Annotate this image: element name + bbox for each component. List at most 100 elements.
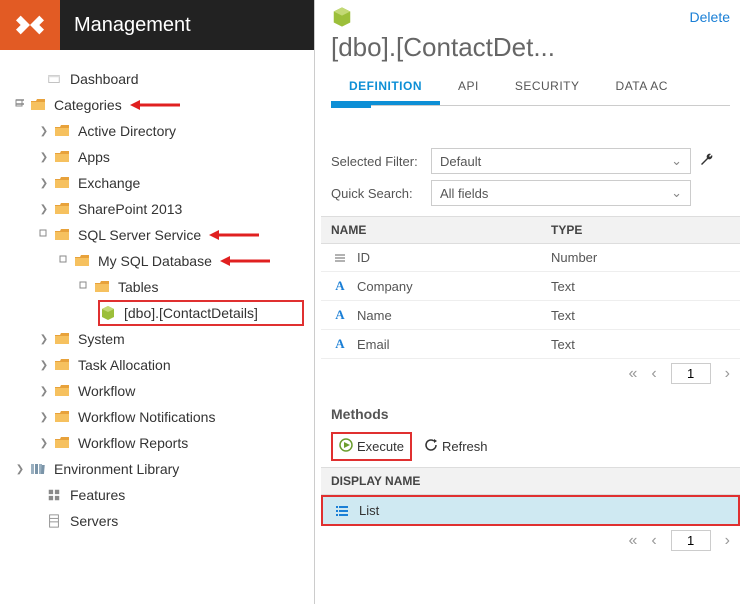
tree-env-library[interactable]: ❯ Environment Library xyxy=(10,456,304,482)
tree-label: Apps xyxy=(78,149,110,165)
chevron-right-icon[interactable]: ❯ xyxy=(38,178,50,189)
tree-label: Workflow Notifications xyxy=(78,409,215,425)
pager-first-button[interactable]: « xyxy=(628,532,637,550)
play-icon xyxy=(339,438,353,455)
app-header: Management xyxy=(0,0,314,50)
chevron-right-icon[interactable]: ❯ xyxy=(38,204,50,215)
tree-features[interactable]: Features xyxy=(10,482,304,508)
list-icon xyxy=(333,504,351,518)
tab-security[interactable]: SECURITY xyxy=(497,71,598,105)
red-arrow-icon xyxy=(220,255,270,267)
folder-icon xyxy=(54,331,70,347)
nav-tree: Dashboard Categories ❯ Active Directory … xyxy=(0,50,314,604)
tree-dashboard[interactable]: Dashboard xyxy=(10,66,304,92)
selected-filter-label: Selected Filter: xyxy=(331,154,431,169)
page-title: [dbo].[ContactDet... xyxy=(331,32,730,63)
selected-filter-dropdown[interactable]: Default ⌄ xyxy=(431,148,691,174)
tree-my-sql-database[interactable]: My SQL Database xyxy=(10,248,304,274)
execute-button[interactable]: Execute xyxy=(339,438,404,455)
folder-icon xyxy=(54,149,70,165)
tab-definition[interactable]: DEFINITION xyxy=(331,71,440,105)
tree-label: Task Allocation xyxy=(78,357,171,373)
collapse-icon[interactable] xyxy=(58,255,70,268)
table-row[interactable]: ID Number xyxy=(321,244,740,272)
tree-exchange[interactable]: ❯ Exchange xyxy=(10,170,304,196)
tree-label: Categories xyxy=(54,97,122,113)
tree-categories[interactable]: Categories xyxy=(10,92,304,118)
collapse-icon[interactable] xyxy=(14,99,26,112)
col-header-name[interactable]: NAME xyxy=(321,217,541,243)
folder-icon xyxy=(54,175,70,191)
tree-active-directory[interactable]: ❯ Active Directory xyxy=(10,118,304,144)
field-type: Text xyxy=(541,302,740,329)
field-name: Company xyxy=(357,279,413,294)
tab-indicator xyxy=(331,105,371,108)
field-name: ID xyxy=(357,250,370,265)
chevron-right-icon[interactable]: ❯ xyxy=(14,464,26,475)
chevron-right-icon[interactable]: ❯ xyxy=(38,360,50,371)
text-icon: A xyxy=(331,307,349,323)
tree-wf-notifications[interactable]: ❯ Workflow Notifications xyxy=(10,404,304,430)
methods-col-header[interactable]: DISPLAY NAME xyxy=(321,467,740,495)
tab-api[interactable]: API xyxy=(440,71,497,105)
quick-search-value: All fields xyxy=(440,186,488,201)
chevron-right-icon[interactable]: ❯ xyxy=(38,412,50,423)
tree-label: My SQL Database xyxy=(98,253,212,269)
pager-page-input[interactable] xyxy=(671,363,711,384)
tree-wf-reports[interactable]: ❯ Workflow Reports xyxy=(10,430,304,456)
pager-prev-button[interactable]: ‹ xyxy=(651,532,656,550)
folder-icon xyxy=(54,201,70,217)
tree-apps[interactable]: ❯ Apps xyxy=(10,144,304,170)
tree-label: Environment Library xyxy=(54,461,179,477)
chevron-down-icon: ⌄ xyxy=(671,185,682,201)
pager-page-input[interactable] xyxy=(671,530,711,551)
smartobject-icon xyxy=(100,305,116,321)
field-type: Text xyxy=(541,273,740,300)
tree-sharepoint[interactable]: ❯ SharePoint 2013 xyxy=(10,196,304,222)
chevron-right-icon[interactable]: ❯ xyxy=(38,386,50,397)
folder-icon xyxy=(54,383,70,399)
chevron-right-icon[interactable]: ❯ xyxy=(38,126,50,137)
red-arrow-icon xyxy=(209,229,259,241)
tree-workflow[interactable]: ❯ Workflow xyxy=(10,378,304,404)
field-name: Email xyxy=(357,337,390,352)
pager-next-button[interactable]: › xyxy=(725,365,730,383)
tree-task-allocation[interactable]: ❯ Task Allocation xyxy=(10,352,304,378)
chevron-right-icon[interactable]: ❯ xyxy=(38,438,50,449)
chevron-right-icon[interactable]: ❯ xyxy=(38,152,50,163)
delete-link[interactable]: Delete xyxy=(690,9,730,25)
chevron-right-icon[interactable]: ❯ xyxy=(38,334,50,345)
quick-search-label: Quick Search: xyxy=(331,186,431,201)
table-row[interactable]: ACompany Text xyxy=(321,272,740,301)
tab-data-access[interactable]: DATA AC xyxy=(598,71,686,105)
pager-first-button[interactable]: « xyxy=(628,365,637,383)
folder-icon xyxy=(30,97,46,113)
tree-label: Tables xyxy=(118,279,158,295)
tree-label: Features xyxy=(70,487,125,503)
features-icon xyxy=(46,487,62,503)
tabs: DEFINITION API SECURITY DATA AC xyxy=(331,71,730,106)
quick-search-dropdown[interactable]: All fields ⌄ xyxy=(431,180,691,206)
table-row[interactable]: AEmail Text xyxy=(321,330,740,359)
tree-label: SQL Server Service xyxy=(78,227,201,243)
wrench-icon[interactable] xyxy=(699,152,715,171)
tree-sql-server-service[interactable]: SQL Server Service xyxy=(10,222,304,248)
tree-servers[interactable]: Servers xyxy=(10,508,304,534)
collapse-icon[interactable] xyxy=(38,229,50,242)
pager-next-button[interactable]: › xyxy=(725,532,730,550)
folder-icon xyxy=(94,279,110,295)
folder-icon xyxy=(54,435,70,451)
pager-prev-button[interactable]: ‹ xyxy=(651,365,656,383)
tree-label: [dbo].[ContactDetails] xyxy=(124,305,258,321)
collapse-icon[interactable] xyxy=(78,281,90,294)
tree-system[interactable]: ❯ System xyxy=(10,326,304,352)
tree-contactdetails[interactable]: [dbo].[ContactDetails] xyxy=(98,300,304,326)
refresh-label: Refresh xyxy=(442,439,488,454)
folder-icon xyxy=(54,409,70,425)
col-header-type[interactable]: TYPE xyxy=(541,217,740,243)
methods-row-list[interactable]: List xyxy=(321,495,740,526)
refresh-button[interactable]: Refresh xyxy=(424,438,488,455)
tree-tables[interactable]: Tables xyxy=(10,274,304,300)
table-row[interactable]: AName Text xyxy=(321,301,740,330)
methods-heading: Methods xyxy=(331,406,730,422)
